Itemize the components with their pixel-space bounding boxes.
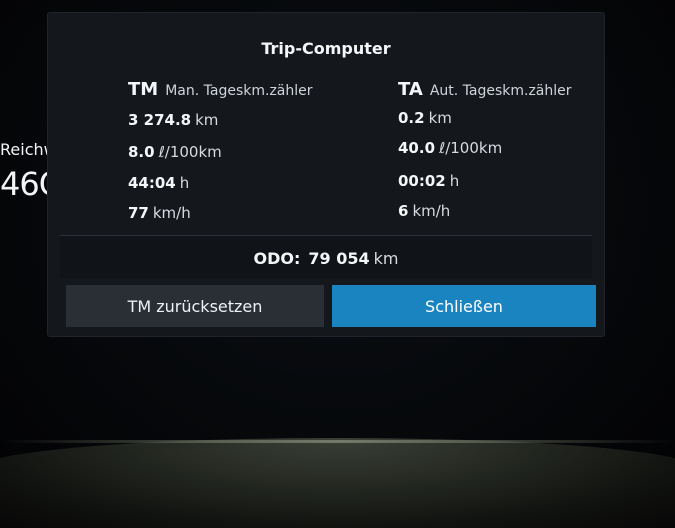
tm-distance-unit: km — [195, 111, 219, 129]
tm-consumption-unit: ℓ/100km — [158, 143, 222, 161]
ta-distance-unit: km — [428, 109, 452, 127]
tm-header: TM Man. Tageskm.zähler — [128, 79, 313, 100]
close-button-label: Schließen — [425, 296, 503, 316]
odometer-value: 79 054 — [308, 249, 370, 268]
ta-time-unit: h — [449, 172, 460, 190]
tm-time-value: 44:04 — [128, 174, 176, 192]
ta-name: Aut. Tageskm.zähler — [429, 83, 572, 99]
reset-tm-button[interactable]: TM zurücksetzen — [66, 285, 324, 327]
odometer-unit: km — [373, 249, 399, 268]
ta-consumption-value: 40.0 — [398, 139, 436, 157]
tm-time-unit: h — [179, 174, 190, 192]
tm-time: 44:04 h — [128, 174, 189, 192]
ta-consumption-unit: ℓ/100km — [439, 139, 503, 157]
odometer: ODO: 79 054 km — [48, 249, 604, 268]
ta-header: TA Aut. Tageskm.zähler — [398, 79, 572, 100]
ta-distance-value: 0.2 — [398, 109, 425, 127]
dashboard-bezel — [0, 438, 675, 528]
tm-distance-value: 3 274.8 — [128, 111, 192, 129]
ta-distance: 0.2 km — [398, 109, 452, 127]
close-button[interactable]: Schließen — [332, 285, 596, 327]
ta-consumption: 40.0 ℓ/100km — [398, 139, 502, 157]
tm-distance: 3 274.8 km — [128, 111, 218, 129]
tm-abbr: TM — [128, 79, 159, 100]
trip-computer-dialog: Trip-Computer TM Man. Tageskm.zähler 3 2… — [48, 13, 604, 336]
reset-tm-button-label: TM zurücksetzen — [127, 296, 263, 316]
odometer-label: ODO: — [253, 249, 301, 268]
tm-speed: 77 km/h — [128, 204, 191, 222]
tm-name: Man. Tageskm.zähler — [165, 83, 313, 99]
tm-consumption-value: 8.0 — [128, 143, 155, 161]
ta-speed-value: 6 — [398, 202, 409, 220]
ta-abbr: TA — [398, 79, 423, 100]
ta-speed-unit: km/h — [412, 202, 451, 220]
tm-consumption: 8.0 ℓ/100km — [128, 143, 222, 161]
bezel-highlight — [0, 440, 675, 443]
dialog-title: Trip-Computer — [261, 39, 391, 58]
tm-speed-value: 77 — [128, 204, 149, 222]
ta-time: 00:02 h — [398, 172, 459, 190]
ta-time-value: 00:02 — [398, 172, 446, 190]
tm-speed-unit: km/h — [152, 204, 191, 222]
ta-speed: 6 km/h — [398, 202, 450, 220]
